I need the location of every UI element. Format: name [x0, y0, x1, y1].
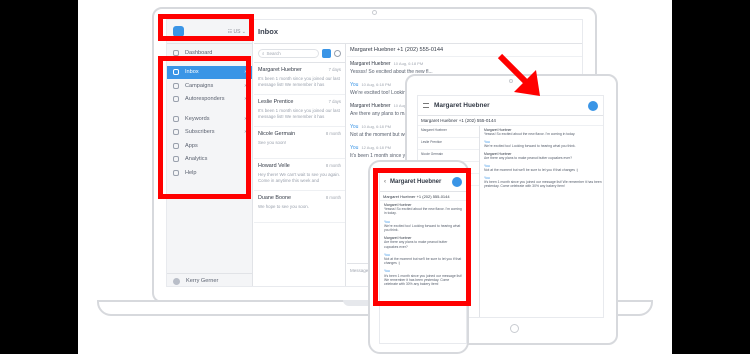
- highlight-box-nav: [158, 56, 251, 199]
- message-preview: It's been 1 month since you joined our l…: [258, 108, 340, 119]
- conversation-date: 8 month: [325, 163, 341, 168]
- tablet-contact: Margaret Huebner +1 (202) 555-0144: [418, 116, 603, 126]
- conversation-items: Margaret Huebner 7 days It's been 1 month …: [254, 63, 345, 223]
- conversation-header: Duane Boone 8 month: [258, 195, 341, 201]
- search-bar: ⌕ Search: [254, 44, 345, 63]
- conversation-item[interactable]: Margaret Huebner 7 days It's been 1 month …: [254, 63, 345, 95]
- conversation-date: 8 month: [325, 195, 341, 200]
- sender-name: Margaret Huebner: [350, 103, 391, 109]
- tablet-list-item[interactable]: Margaret Huebner: [418, 126, 479, 138]
- conversation-list: ⌕ Search Margaret Huebner 7 days It's been…: [254, 44, 346, 286]
- search-input[interactable]: ⌕ Search: [258, 48, 319, 58]
- conversation-header: Margaret Huebner 7 days: [258, 67, 341, 73]
- reply-placeholder: Message: [350, 268, 369, 273]
- conversation-item[interactable]: Nicole Germain 8 month See you soon!: [254, 127, 345, 159]
- conversation-header: Howard Velle 8 month: [258, 163, 341, 169]
- message-time: 10 Aug, 6:18 PM: [361, 82, 392, 87]
- conversation-header: Nicole Germain 8 month: [258, 131, 341, 137]
- sidebar-item-label: Dashboard: [185, 49, 213, 56]
- message-text: Not at the moment but we'll be sure to l…: [484, 168, 578, 172]
- contact-name: Leslie Prentice: [258, 99, 294, 105]
- thread-header: Margaret Huebner +1 (202) 555-0144: [347, 44, 582, 57]
- compose-icon[interactable]: [588, 100, 598, 111]
- dashboard-icon: [173, 49, 179, 56]
- contact-name: Howard Velle: [258, 163, 290, 169]
- sender-name: Margaret Huebner: [350, 61, 391, 67]
- user-menu[interactable]: Kerry Gerner: [167, 273, 253, 286]
- conversation-item[interactable]: Leslie Prentice 7 days It's been 1 month s…: [254, 95, 345, 127]
- message-text: Are there any plans to make peanut butte…: [484, 156, 573, 160]
- search-placeholder: Search: [266, 50, 281, 56]
- tablet-list-item[interactable]: Leslie Prentice: [418, 138, 479, 150]
- sender-name: You: [350, 145, 359, 151]
- highlight-box-phone: [373, 168, 471, 306]
- tablet-thread: Margaret Huebner Yessss! So excited about…: [481, 126, 603, 190]
- tablet-message: You Not at the moment but we'll be sure t…: [481, 162, 603, 174]
- conversation-date: 8 month: [325, 131, 341, 136]
- message-preview: Hey there! We can't wait to see you agai…: [258, 172, 341, 183]
- conversation-header: Leslie Prentice 7 days: [258, 99, 341, 105]
- conversation-date: 7 days: [328, 67, 341, 72]
- user-name: Kerry Gerner: [186, 278, 219, 284]
- page-title: Inbox: [254, 20, 582, 44]
- contact-name: Margaret Huebner: [258, 67, 302, 73]
- contact-name: Duane Boone: [258, 195, 291, 201]
- conversation-date: 7 days: [328, 99, 341, 104]
- gear-icon[interactable]: [334, 49, 341, 57]
- message-text: We're excited too! Looking forward to he…: [484, 144, 576, 148]
- arrow-icon: [497, 53, 540, 96]
- tablet-message: Margaret Huebner Are there any plans to m…: [481, 150, 603, 162]
- tablet-message: Margaret Huebner Yessss! So excited about…: [481, 126, 603, 138]
- message-sender: Margaret Huebner10 Aug, 6:18 PM: [350, 61, 581, 67]
- tablet-message: You It's been 1 month since you joined ou…: [481, 174, 603, 190]
- message-preview: It's been 1 month since you joined our l…: [258, 76, 340, 87]
- message-time: 12 Aug, 6:18 PM: [361, 145, 392, 150]
- tablet-message: You We're excited too! Looking forward to…: [481, 138, 603, 150]
- highlight-box-logo: [158, 14, 254, 41]
- sender-name: You: [350, 82, 359, 88]
- message-text: Yessss! So excited about the new flavor.…: [484, 132, 576, 136]
- menu-icon[interactable]: [423, 103, 429, 108]
- message-time: 10 Aug, 6:18 PM: [393, 61, 424, 66]
- avatar: [173, 277, 180, 285]
- conversation-item[interactable]: Duane Boone 8 month We hope to see you soo…: [254, 191, 345, 223]
- message-preview: We hope to see you soon.: [258, 204, 309, 209]
- tablet-title: Margaret Huebner: [434, 102, 490, 109]
- tablet-home-button: [510, 324, 519, 333]
- sender-name: You: [350, 124, 359, 130]
- search-icon: ⌕: [262, 50, 265, 56]
- message-preview: See you soon!: [258, 140, 287, 145]
- message-time: 10 Aug, 6:18 PM: [361, 124, 392, 129]
- compose-button[interactable]: [322, 48, 331, 58]
- laptop-camera: [372, 10, 377, 15]
- contact-name: Nicole Germain: [258, 131, 296, 137]
- message-text: It's been 1 month since you joined our m…: [484, 180, 602, 188]
- conversation-item[interactable]: Howard Velle 8 month Hey there! We can't w…: [254, 159, 345, 191]
